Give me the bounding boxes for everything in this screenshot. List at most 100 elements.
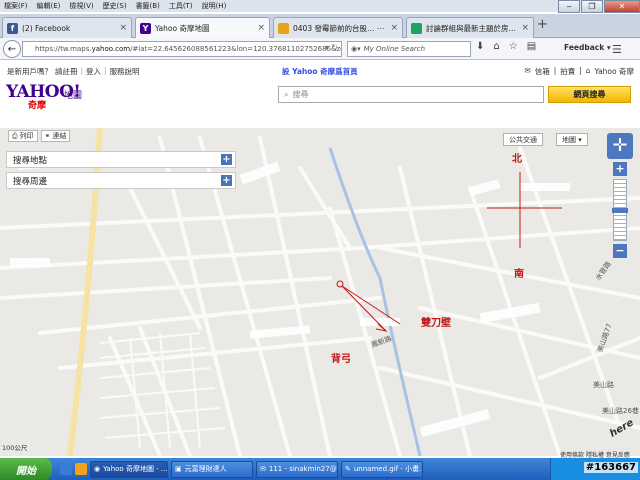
taskbar-item-mail[interactable]: ✉ 111 - sinakmin27@... (256, 460, 338, 478)
url-bar[interactable]: https://tw.maps. yahoo.com/#lat=22.645626… (22, 41, 342, 57)
yahoo-logo-sub: 奇摩 (28, 101, 47, 111)
taskbar-item-label: 元富理財達人 (184, 465, 227, 473)
tab-yahoo-map[interactable]: Y Yahoo 奇摩地圖 × (135, 17, 270, 38)
menu-item-history[interactable]: 歷史(S) (103, 1, 127, 11)
product-name: 地圖 (64, 91, 83, 101)
user-links: 是新用戶嗎？ 請註冊 | 登入 | 服務說明 (7, 66, 140, 77)
page-icon (278, 22, 289, 34)
search-nearby-panel[interactable]: 搜尋周邊 + (6, 172, 236, 189)
map-search-placeholder: 搜尋 (292, 90, 309, 99)
map-type-button[interactable]: 地圖 ▾ (556, 133, 588, 146)
close-icon[interactable]: × (390, 23, 398, 33)
url-prefix: https://tw.maps. (35, 45, 92, 53)
new-tab-icon[interactable]: + (537, 17, 548, 32)
feedback-button[interactable]: Feedback ▾ (564, 43, 611, 52)
media-icon[interactable] (75, 463, 87, 475)
toolbar-icons: ⬇ ⌂ ☆ ▤ (476, 41, 536, 52)
ie-icon[interactable] (60, 463, 72, 475)
browser-search-input[interactable]: ◉▾ My Online Search (347, 41, 471, 57)
link-label: 連結 (52, 132, 67, 140)
menu-item-edit[interactable]: 編輯(E) (37, 1, 61, 11)
mail-icon: ✉ (524, 66, 531, 75)
minimize-icon[interactable]: ‒ (558, 0, 580, 13)
home-icon[interactable]: ⌂ (493, 41, 499, 52)
maximize-icon[interactable]: ❐ (581, 0, 603, 13)
close-icon[interactable]: × (119, 23, 127, 33)
pan-icon[interactable]: ✛ (607, 133, 633, 159)
bookmark-icon[interactable]: ☆ (509, 41, 518, 52)
taskbar-item-label: 111 - sinakmin27@... (268, 465, 338, 473)
tab-stock-article[interactable]: 0403 發霉節前的台股… ⋯ × (273, 17, 403, 38)
tab-forum[interactable]: 討論群組與最新主題於房… × (406, 17, 534, 38)
login-link[interactable]: 登入 (86, 66, 101, 77)
search-icon: ⌕ (284, 89, 289, 99)
tab-facebook[interactable]: f (2) Facebook × (2, 17, 132, 38)
search-engine-icon[interactable]: ◉▾ (351, 45, 361, 53)
menu-item-help[interactable]: 說明(H) (202, 1, 227, 11)
zoom-slider[interactable] (612, 179, 628, 241)
search-places-panel[interactable]: 搜尋地點 + (6, 151, 236, 168)
panel-label: 搜尋周邊 (13, 176, 48, 187)
window-controls: ‒ ❐ ✕ (557, 0, 640, 14)
menu-icon[interactable]: ☰ (612, 43, 622, 56)
road-label: 美山路26巷 (602, 407, 639, 415)
browser-search-placeholder: My Online Search (363, 45, 426, 53)
menu-bar: 檔案(F) 編輯(E) 檢視(V) 歷史(S) 書籤(B) 工具(T) 說明(H… (0, 0, 640, 12)
close-icon[interactable]: × (521, 23, 529, 33)
taskbar-item-firefox[interactable]: ◉ Yahoo 奇摩地圖 - ... (90, 460, 168, 478)
mail-icon: ✉ (260, 465, 266, 473)
print-icon: ⎙ (12, 131, 18, 140)
expand-icon[interactable]: + (221, 154, 232, 165)
tab-title: 討論群組與最新主題於房… (426, 23, 516, 33)
map-search-input[interactable]: ⌕ 搜尋 (278, 86, 544, 103)
zoom-in-button[interactable]: + (613, 162, 627, 176)
link-button[interactable]: ⚭ 連結 (40, 130, 71, 142)
road-label: 美山路 (593, 381, 614, 389)
new-user-text: 是新用戶嗎？ (7, 67, 52, 76)
header-right-links: ✉ 信箱 | 拍賣 | ⌂ Yahoo 奇摩 (524, 66, 634, 77)
taskbar-item-label: unnamed.gif - 小畫... (353, 465, 423, 473)
link-icon: ⚭ (44, 132, 51, 140)
menu-item-view[interactable]: 檢視(V) (69, 1, 93, 11)
zoom-control: ✛ + − (607, 133, 633, 258)
system-tray: #163667 (550, 458, 640, 480)
navigation-bar: ← https://tw.maps. yahoo.com/#lat=22.6456… (0, 38, 640, 60)
taskbar-item-paint[interactable]: ✎ unnamed.gif - 小畫... (341, 460, 423, 478)
reader-icon[interactable]: ▤ (527, 41, 536, 52)
annotation-double-blade: 雙刀壁 (421, 318, 451, 329)
expand-icon[interactable]: + (221, 175, 232, 186)
shopping-link[interactable]: 拍賣 (560, 66, 575, 77)
back-icon[interactable]: ← (3, 40, 21, 58)
watermark-id: #163667 (583, 462, 638, 473)
zoom-out-button[interactable]: − (613, 244, 627, 258)
help-link[interactable]: 服務說明 (110, 66, 140, 77)
page-icon (411, 22, 422, 34)
feedback-label: Feedback (564, 43, 605, 52)
menu-item-file[interactable]: 檔案(F) (4, 1, 28, 11)
menu-item-bookmarks[interactable]: 書籤(B) (136, 1, 160, 11)
print-label: 列印 (19, 132, 34, 140)
print-button[interactable]: ⎙ 列印 (8, 130, 38, 142)
zoom-slider-thumb[interactable] (612, 208, 628, 213)
yahoo-icon: Y (140, 22, 151, 34)
taskbar-item-trading[interactable]: ▣ 元富理財達人 (171, 460, 253, 478)
map-type-label: 地圖 (562, 135, 576, 144)
set-homepage-link[interactable]: 設 Yahoo 奇摩爲首頁 (282, 66, 358, 77)
transit-button[interactable]: 公共交通 (503, 133, 543, 146)
tab-title: 0403 發霉節前的台股… ⋯ (293, 23, 385, 33)
reload-icon[interactable]: ▾ ↻ (325, 43, 338, 52)
close-icon[interactable]: ✕ (604, 0, 640, 13)
web-search-button[interactable]: 網頁搜尋 (548, 86, 631, 103)
mail-link[interactable]: 信箱 (535, 66, 550, 77)
close-icon[interactable]: × (257, 23, 265, 33)
annotation-north: 北 (512, 154, 522, 165)
url-domain: yahoo.com (91, 45, 131, 53)
register-link[interactable]: 請註冊 (55, 66, 78, 77)
download-icon[interactable]: ⬇ (476, 41, 484, 52)
start-button[interactable]: 開始 (0, 458, 52, 480)
yahoo-home-link[interactable]: Yahoo 奇摩 (595, 66, 634, 77)
taskbar: 開始 ◉ Yahoo 奇摩地圖 - ... ▣ 元富理財達人 ✉ 111 - s… (0, 458, 640, 480)
panel-label: 搜尋地點 (13, 155, 48, 166)
yahoo-header: 是新用戶嗎？ 請註冊 | 登入 | 服務說明 設 Yahoo 奇摩爲首頁 ✉ 信… (0, 60, 640, 132)
menu-item-tools[interactable]: 工具(T) (169, 1, 193, 11)
